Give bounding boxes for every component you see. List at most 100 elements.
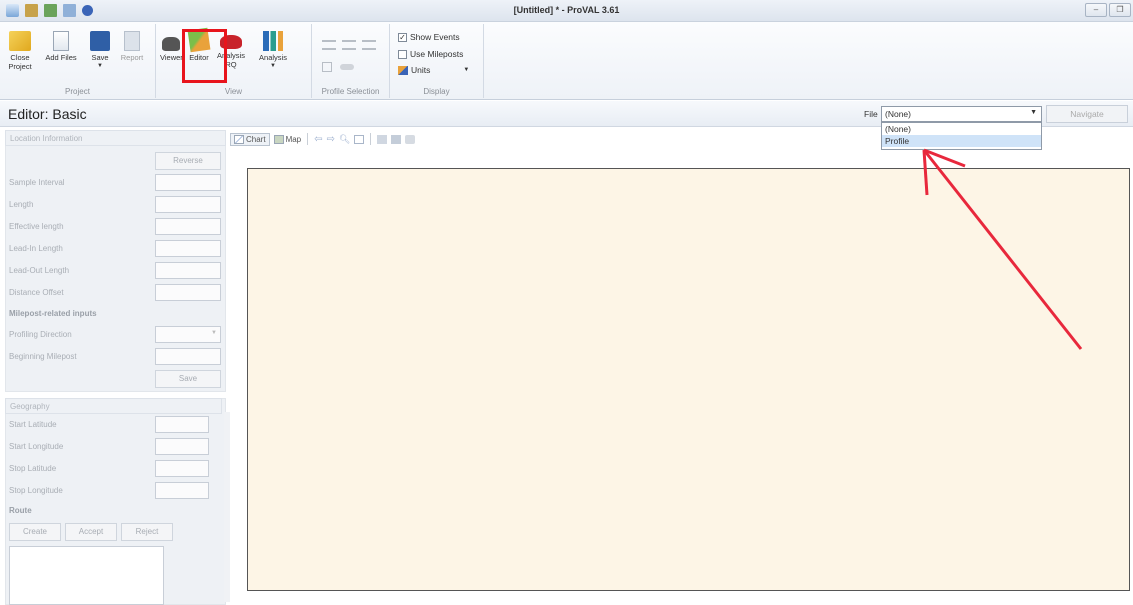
toolbar-separator <box>370 133 372 145</box>
zoom-box-icon[interactable] <box>354 134 365 144</box>
beginning-milepost-field[interactable] <box>155 348 221 365</box>
units-label: Units <box>411 65 431 75</box>
save-label: Save <box>91 53 109 62</box>
save-button[interactable]: Save ▼ <box>88 27 112 71</box>
lead-in-length-label: Lead-In Length <box>9 244 63 253</box>
stop-longitude-label: Stop Longitude <box>9 486 63 495</box>
left-panel: Location Information Reverse Sample Inte… <box>0 128 230 605</box>
chart-icon <box>234 134 244 144</box>
floppy-disk-icon <box>90 31 110 51</box>
export-icon[interactable] <box>391 134 402 144</box>
project-group-label: Project <box>65 87 90 96</box>
profile-selection-label: Profile Selection <box>321 87 380 96</box>
display-group-label: Display <box>423 87 450 96</box>
use-mileposts-checkbox[interactable]: Use Mileposts <box>398 49 463 59</box>
reject-button[interactable]: Reject <box>121 523 173 541</box>
distance-offset-label: Distance Offset <box>9 288 64 297</box>
editor-title: Editor: Basic <box>8 106 87 122</box>
milepost-inputs-header: Milepost-related inputs <box>9 309 97 318</box>
view-group: Viewer Editor Analysis RQ Analysis ▼ Vie… <box>156 24 312 98</box>
reverse-button[interactable]: Reverse <box>155 152 221 170</box>
report-button[interactable]: Report <box>118 27 146 62</box>
close-project-button[interactable]: Close Project <box>6 27 34 71</box>
profiling-direction-label: Profiling Direction <box>9 330 72 339</box>
checkmark-icon: ✓ <box>398 32 407 42</box>
geography-header[interactable]: Geography <box>5 398 222 414</box>
arrow-left-icon[interactable]: ⇦ <box>314 134 322 145</box>
bar-chart-icon <box>263 31 283 51</box>
chevron-down-icon: ▼ <box>463 67 470 73</box>
distance-offset-field[interactable] <box>155 284 221 301</box>
zoom-icon[interactable]: 🔍︎ <box>339 134 350 145</box>
chart-tab[interactable]: Chart <box>230 132 270 146</box>
stop-latitude-field[interactable] <box>155 460 209 477</box>
effective-length-field[interactable] <box>155 218 221 235</box>
viewer-button[interactable]: Viewer <box>160 27 183 62</box>
lead-out-length-field[interactable] <box>155 262 221 279</box>
start-longitude-label: Start Longitude <box>9 442 64 451</box>
length-field[interactable] <box>155 196 221 213</box>
eraser-icon[interactable] <box>340 64 354 70</box>
stop-longitude-field[interactable] <box>155 482 209 499</box>
chart-toolbar: Chart Map ⇦ ⇨ 🔍︎ <box>230 131 416 147</box>
effective-length-label: Effective length <box>9 222 64 231</box>
dropdown-option-profile[interactable]: Profile <box>882 135 1041 147</box>
route-list[interactable] <box>9 546 164 605</box>
navigate-button[interactable]: Navigate <box>1046 105 1128 123</box>
toolbar-separator <box>307 133 309 145</box>
panel-save-button[interactable]: Save <box>155 370 221 388</box>
analysis-label: Analysis <box>259 53 287 62</box>
lead-in-length-field[interactable] <box>155 240 221 257</box>
align-left-icon[interactable] <box>322 40 336 50</box>
empty-checkbox <box>398 49 407 59</box>
sample-interval-label: Sample Interval <box>9 178 65 187</box>
add-files-label: Add Files <box>45 53 77 62</box>
copy-icon[interactable] <box>377 134 388 144</box>
minimize-button[interactable]: – <box>1085 3 1107 17</box>
align-right-icon[interactable] <box>362 40 376 50</box>
profile-selection-group: Profile Selection <box>312 24 390 98</box>
analysis-button[interactable]: Analysis ▼ <box>256 27 290 71</box>
dropdown-option-none[interactable]: (None) <box>882 123 1041 135</box>
view-group-label: View <box>224 87 243 96</box>
file-label: File <box>864 109 878 119</box>
stop-latitude-label: Stop Latitude <box>9 464 57 473</box>
close-project-label: Close Project <box>8 53 32 71</box>
project-group: Close Project Add Files Save ▼ Report Pr… <box>0 24 156 98</box>
map-icon <box>273 134 284 144</box>
window-title: [Untitled] * - ProVAL 3.61 <box>513 5 620 15</box>
map-tab-label: Map <box>285 134 302 144</box>
select-box-icon[interactable] <box>322 62 332 72</box>
chart-tab-label: Chart <box>246 134 266 144</box>
align-center-icon[interactable] <box>342 40 356 50</box>
arrow-right-icon[interactable]: ⇨ <box>327 134 335 145</box>
geography-scrollbar[interactable] <box>224 412 230 602</box>
use-mileposts-label: Use Mileposts <box>410 49 464 59</box>
restore-button[interactable]: ❐ <box>1109 3 1131 17</box>
location-information-header[interactable]: Location Information <box>5 130 226 146</box>
chevron-down-icon: ▼ <box>211 330 217 336</box>
file-select[interactable]: (None) ▼ <box>881 106 1042 122</box>
report-label: Report <box>120 53 144 62</box>
add-files-button[interactable]: Add Files <box>44 27 78 62</box>
sample-interval-field[interactable] <box>155 174 221 191</box>
chart-canvas[interactable] <box>247 168 1130 591</box>
file-select-value: (None) <box>885 109 911 119</box>
route-label: Route <box>9 506 32 515</box>
accept-button[interactable]: Accept <box>65 523 117 541</box>
start-latitude-field[interactable] <box>155 416 209 433</box>
ribbon: Close Project Add Files Save ▼ Report Pr… <box>0 22 1133 100</box>
show-events-label: Show Events <box>410 32 460 42</box>
start-latitude-label: Start Latitude <box>9 420 57 429</box>
start-longitude-field[interactable] <box>155 438 209 455</box>
report-icon <box>124 31 140 51</box>
profiling-direction-select[interactable]: ▼ <box>155 326 221 343</box>
print-icon[interactable] <box>405 134 416 144</box>
beginning-milepost-label: Beginning Milepost <box>9 352 77 361</box>
show-events-checkbox[interactable]: ✓ Show Events <box>398 32 460 42</box>
create-button[interactable]: Create <box>9 523 61 541</box>
add-file-icon <box>53 31 69 51</box>
ruler-icon <box>398 65 408 75</box>
units-dropdown[interactable]: Units ▼ <box>398 65 469 75</box>
map-tab[interactable]: Map <box>273 134 302 144</box>
